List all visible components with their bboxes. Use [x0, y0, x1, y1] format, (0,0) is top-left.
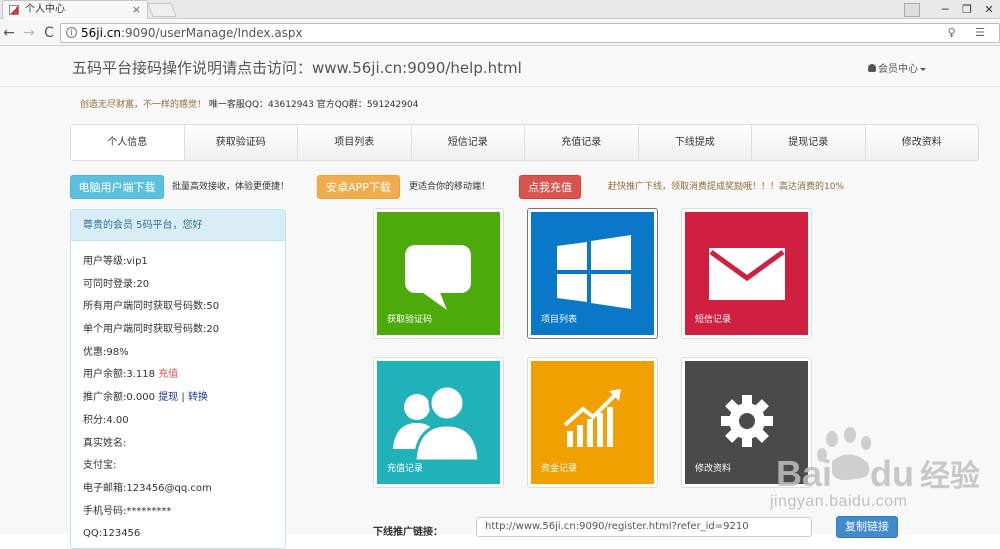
url-path: :9090/userManage/Index.aspx [120, 26, 303, 40]
recharge-button[interactable]: 点我充值 [519, 175, 581, 199]
tile-label: 修改资料 [695, 464, 732, 474]
panel-heading: 尊贵的会员 5码平台，您好 [71, 210, 285, 241]
watermark-du: du [870, 453, 915, 494]
tile-label: 充值记录 [387, 464, 424, 474]
caret-down-icon [920, 67, 926, 71]
tab-sms-records[interactable]: 短信记录 [412, 125, 525, 160]
address-bar-icons[interactable]: ♀ ☰ [948, 24, 993, 42]
tile-label: 短信记录 [695, 315, 732, 325]
watermark-url: jingyan.baidu.com [770, 493, 908, 510]
tile-get-code[interactable]: 获取验证码 [373, 208, 504, 339]
watermark-brand: Bai du 经验 [776, 451, 980, 495]
user-icon [868, 64, 876, 72]
single-client-fetch: 单个用户端同时获取号码数:20 [83, 324, 220, 336]
member-center-dropdown[interactable]: 会员中心 [868, 60, 926, 75]
address-bar[interactable]: i 56ji.cn:9090/userManage/Index.aspx ♀ ☰ [60, 23, 1000, 43]
slogan-text: 创造无尽财富，不一样的感觉！ [80, 100, 207, 110]
baidu-jingyan-watermark: Bai du 经验 jingyan.baidu.com [770, 427, 1000, 527]
minimize-button[interactable]: ─ [934, 0, 956, 19]
contact-info: 唯一客服QQ：43612943 官方QQ群：591242904 [208, 100, 419, 110]
recharge-link[interactable]: 充值 [158, 369, 178, 380]
url-host: 56ji.cn [81, 26, 121, 40]
reload-button[interactable]: C [40, 24, 58, 42]
tile-sms-records-face: 短信记录 [685, 212, 808, 335]
tile-label: 资金记录 [541, 464, 578, 474]
site-navbar: 五码平台接码操作说明请点击访问：www.56ji.cn:9090/help.ht… [0, 47, 1000, 87]
recharge-note: 赶快推广下线，领取消费提成奖励哦！！！高达消费的10% [608, 182, 845, 192]
page: 五码平台接码操作说明请点击访问：www.56ji.cn:9090/help.ht… [0, 47, 1000, 549]
tile-project-list[interactable]: 项目列表 [527, 208, 658, 339]
tab-referral-commission[interactable]: 下线提成 [639, 125, 752, 160]
email: 电子邮箱:123456@qq.com [83, 482, 212, 494]
pc-download-note: 批量高效接收，体验更便捷！ [172, 182, 290, 192]
android-download-button[interactable]: 安卓APP下载 [317, 175, 400, 199]
browser-toolbar: ← → C i 56ji.cn:9090/userManage/Index.as… [0, 20, 1000, 46]
all-clients-fetch: 所有用户端同时获取号码数:50 [83, 301, 220, 313]
browser-tab-title: 个人中心 [25, 4, 65, 15]
browser-tab[interactable]: 个人中心 × [2, 0, 148, 19]
discount: 优惠:98% [83, 346, 129, 358]
tab-get-code[interactable]: 获取验证码 [185, 125, 298, 160]
tile-fund-records-face: 资金记录 [531, 361, 654, 484]
qq: QQ:123456 [83, 528, 141, 540]
close-window-button[interactable]: ✕ [978, 0, 1000, 19]
promo-balance: 推广余额:0.000 [83, 392, 155, 404]
user-level: 用户等级:vip1 [83, 256, 148, 267]
tab-profile[interactable]: 个人信息 [71, 125, 185, 160]
tab-recharge-records[interactable]: 充值记录 [525, 125, 639, 160]
balance-row: 用户余额:3.118 充值 [83, 364, 285, 387]
profile-icon[interactable] [904, 2, 920, 17]
phone: 手机号码:********* [83, 505, 172, 517]
member-menu-label: 会员中心 [878, 64, 918, 75]
site-info-icon[interactable]: i [66, 27, 77, 38]
points: 积分:4.00 [83, 414, 129, 426]
watermark-jingyan: 经验 [920, 460, 981, 493]
tab-project-list[interactable]: 项目列表 [298, 125, 412, 160]
convert-link[interactable]: 转换 [188, 392, 208, 403]
slogan: 创造无尽财富，不一样的感觉！ 唯一客服QQ：43612943 官方QQ群：591… [80, 97, 418, 110]
maximize-button[interactable]: ❐ [956, 0, 978, 19]
withdraw-link[interactable]: 提现 [158, 392, 178, 403]
tile-label: 获取验证码 [387, 315, 433, 325]
tile-recharge-records-face: 充值记录 [377, 361, 500, 484]
tile-project-list-face: 项目列表 [531, 212, 654, 335]
pc-download-button[interactable]: 电脑用户端下载 [70, 175, 164, 199]
android-download-note: 更适合你的移动端！ [409, 182, 491, 192]
tile-get-code-face: 获取验证码 [377, 212, 500, 335]
tile-fund-records[interactable]: 资金记录 [527, 357, 658, 488]
browser-tabstrip: 个人中心 × ─ ❐ ✕ [0, 0, 1000, 19]
tile-label: 项目列表 [541, 315, 578, 325]
back-button[interactable]: ← [0, 24, 18, 42]
alipay: 支付宝: [83, 460, 117, 472]
page-favicon-icon [9, 5, 19, 15]
user-balance: 用户余额:3.118 [83, 369, 155, 381]
panel-body: 用户等级:vip1 可同时登录:20 所有用户端同时获取号码数:50 单个用户端… [71, 241, 285, 546]
real-name: 真实姓名: [83, 437, 127, 449]
link-separator: | [181, 392, 185, 404]
site-title[interactable]: 五码平台接码操作说明请点击访问：www.56ji.cn:9090/help.ht… [72, 57, 522, 78]
tab-withdraw-records[interactable]: 提现记录 [752, 125, 866, 160]
promo-balance-row: 推广余额:0.000 提现 | 转换 [83, 387, 285, 410]
main-tabs: 个人信息 获取验证码 项目列表 短信记录 充值记录 下线提成 提现记录 修改资料 [70, 124, 979, 161]
member-info-panel: 尊贵的会员 5码平台，您好 用户等级:vip1 可同时登录:20 所有用户端同时… [70, 209, 286, 549]
forward-button[interactable]: → [20, 24, 38, 42]
concurrent-logins: 可同时登录:20 [83, 278, 150, 290]
tile-recharge-records[interactable]: 充值记录 [373, 357, 504, 488]
referral-link-input[interactable]: http://www.56ji.cn:9090/register.html?re… [476, 517, 812, 537]
referral-link-label: 下线推广链接： [373, 527, 443, 538]
tile-sms-records[interactable]: 短信记录 [681, 208, 812, 339]
watermark-bai: Bai [776, 453, 833, 494]
close-tab-icon[interactable]: × [132, 1, 141, 18]
tab-edit-profile[interactable]: 修改资料 [866, 125, 979, 160]
window-controls: ─ ❐ ✕ [904, 0, 1000, 19]
new-tab-button[interactable] [147, 3, 177, 17]
